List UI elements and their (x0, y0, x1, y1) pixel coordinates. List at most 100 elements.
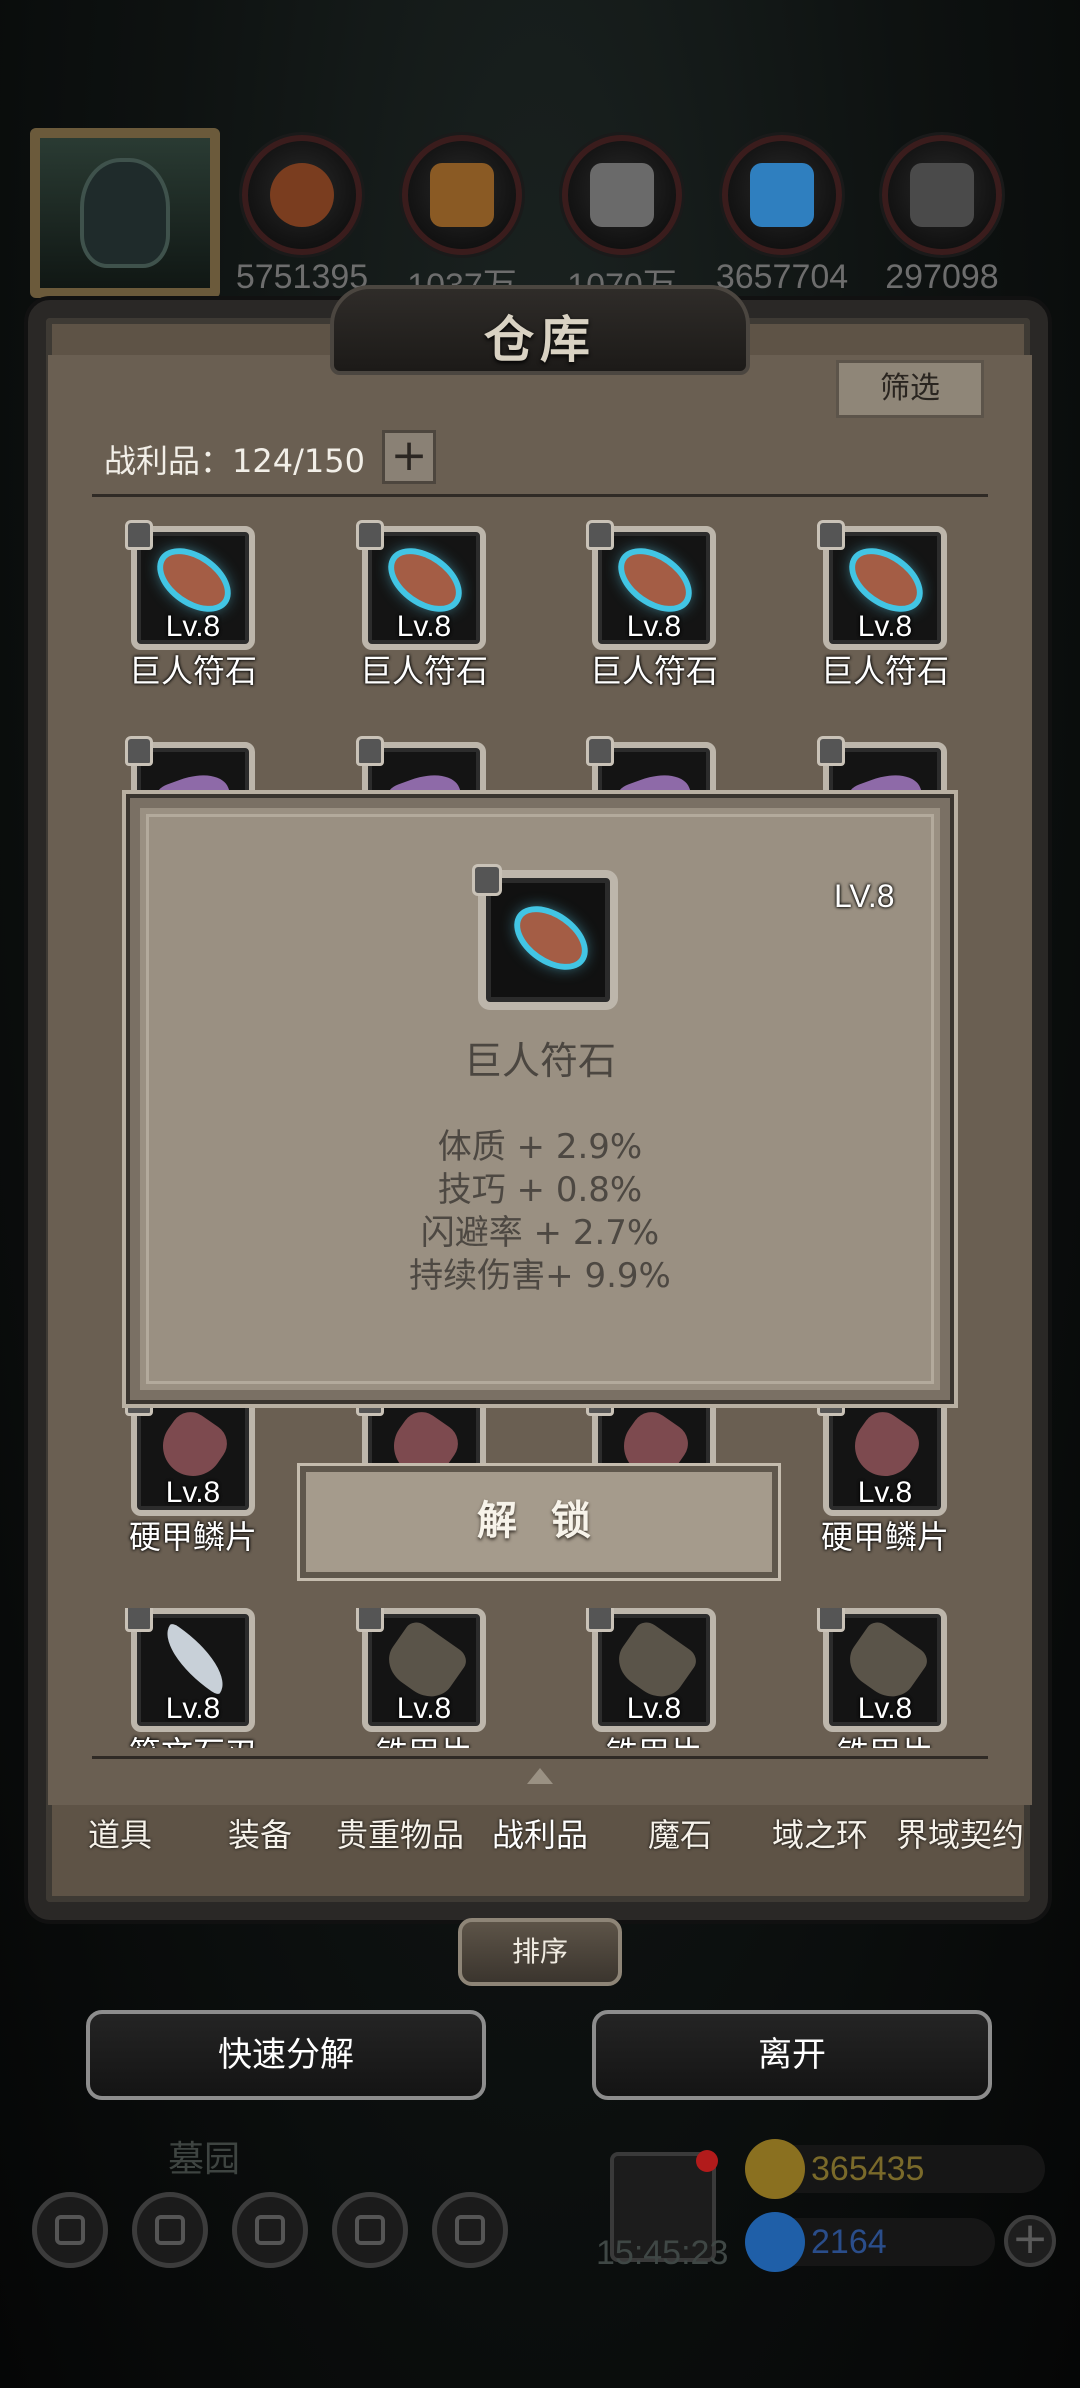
item-name: 硬甲鳞片 (820, 1518, 949, 1556)
lock-icon (586, 1608, 614, 1632)
item-frame: Lv.8 (356, 520, 486, 650)
player-avatar[interactable] (30, 128, 220, 298)
iron-resource[interactable] (562, 135, 682, 255)
item-slot[interactable]: Lv.8铁甲片 (574, 1608, 734, 1748)
category-tabs: 道具 装备 贵重物品 战利品 魔石 域之环 界域契约 (50, 1800, 1030, 1870)
item-detail-popup: LV.8 巨人符石 体质 + 2.9% 技巧 + 0.8% 闪避率 + 2.7%… (130, 798, 950, 1400)
item-frame: Lv.8 (586, 520, 716, 650)
wood-resource[interactable] (402, 135, 522, 255)
expand-capacity-button[interactable]: + (382, 430, 436, 484)
loot-capacity: 战利品：124/150 (104, 442, 365, 480)
avatar-portrait (80, 158, 170, 268)
crystal-resource[interactable] (722, 135, 842, 255)
gold-currency: 365435 (745, 2139, 1045, 2199)
tab-equipment[interactable]: 装备 (190, 1800, 330, 1870)
item-frame: Lv.8 (586, 1608, 716, 1732)
item-slot[interactable]: Lv.8 硬甲鳞片 (805, 1386, 965, 1558)
item-frame: Lv.8 (125, 520, 255, 650)
lock-icon (125, 520, 153, 550)
scene-label: 墓园 (168, 2139, 241, 2180)
dice-button[interactable] (432, 2192, 508, 2268)
stat-line: 持续伤害+ 9.9% (409, 1256, 671, 1296)
item-level: Lv.8 (165, 1692, 221, 1725)
item-slot[interactable]: Lv.8符文石刃 (113, 1608, 273, 1748)
gold-amount: 365435 (811, 2150, 925, 2188)
item-frame: Lv.8 (817, 1386, 947, 1516)
stat-line: 闪避率 + 2.7% (420, 1213, 660, 1253)
item-level: Lv.8 (626, 610, 682, 643)
tab-loot[interactable]: 战利品 (470, 1800, 610, 1870)
steel-icon (910, 163, 974, 227)
item-name: 硬甲鳞片 (128, 1518, 257, 1556)
meat-icon (270, 163, 334, 227)
item-slot[interactable]: Lv.8 硬甲鳞片 (113, 1386, 273, 1558)
item-slot[interactable]: Lv.8铁甲片 (805, 1608, 965, 1748)
ranking-button[interactable] (232, 2192, 308, 2268)
lock-icon (586, 736, 614, 766)
item-frame: Lv.8 (817, 1608, 947, 1732)
top-divider (92, 494, 988, 497)
item-level: Lv.8 (165, 610, 221, 643)
tab-magic-stones[interactable]: 魔石 (610, 1800, 750, 1870)
item-frame: Lv.8 (356, 1608, 486, 1732)
item-name: 巨人符石 (359, 652, 488, 690)
tab-domain-rings[interactable]: 域之环 (750, 1800, 890, 1870)
dice-icon (455, 2215, 485, 2245)
unlock-button[interactable]: 解 锁 (300, 1466, 778, 1578)
gear-icon (55, 2215, 85, 2245)
notification-dot (696, 2150, 718, 2172)
countdown-timer: 15:45:23 (596, 2234, 729, 2272)
tab-valuables[interactable]: 贵重物品 (330, 1800, 470, 1870)
crystal-icon (750, 163, 814, 227)
item-level: Lv.8 (396, 1692, 452, 1725)
meat-resource[interactable] (242, 135, 362, 255)
lock-icon (356, 736, 384, 766)
item-name: 巨人符石 (820, 652, 949, 690)
item-frame: Lv.8 (125, 1386, 255, 1516)
mail-button[interactable] (332, 2192, 408, 2268)
popup-item-slot (472, 864, 618, 1010)
item-level: Lv.8 (626, 1692, 682, 1725)
tab-realm-contracts[interactable]: 界域契约 (890, 1800, 1030, 1870)
rune-icon (614, 543, 696, 617)
rank-icon (255, 2215, 285, 2245)
steel-resource[interactable] (882, 135, 1002, 255)
quick-decompose-button[interactable]: 快速分解 (86, 2010, 486, 2100)
lock-icon (586, 520, 614, 550)
blade-icon (152, 1622, 238, 1696)
popup-stats: 体质 + 2.9% 技巧 + 0.8% 闪避率 + 2.7% 持续伤害+ 9.9… (140, 1126, 940, 1298)
lock-icon (817, 1608, 845, 1632)
popup-item-level: LV.8 (834, 878, 895, 914)
gem-amount: 2164 (811, 2223, 887, 2261)
tab-items[interactable]: 道具 (50, 1800, 190, 1870)
sort-button[interactable]: 排序 (458, 1918, 622, 1986)
item-frame: Lv.8 (817, 520, 947, 650)
item-slot[interactable]: Lv.8 巨人符石 (344, 520, 504, 692)
item-level: Lv.8 (857, 1476, 913, 1509)
item-slot[interactable]: Lv.8铁甲片 (344, 1608, 504, 1748)
gem-icon (745, 2212, 805, 2272)
item-level: Lv.8 (857, 610, 913, 643)
item-slot[interactable]: Lv.8 巨人符石 (805, 520, 965, 692)
iron-icon (590, 163, 654, 227)
rune-icon (153, 543, 235, 617)
gold-coin-icon (745, 2139, 805, 2199)
stat-line: 技巧 + 0.8% (437, 1170, 643, 1210)
achievement-button[interactable] (132, 2192, 208, 2268)
settings-button[interactable] (32, 2192, 108, 2268)
item-slot[interactable]: Lv.8 巨人符石 (574, 520, 734, 692)
mail-icon (355, 2215, 385, 2245)
leave-button[interactable]: 离开 (592, 2010, 992, 2100)
lock-icon (125, 1608, 153, 1632)
item-name: 巨人符石 (589, 652, 718, 690)
lock-icon (817, 736, 845, 766)
add-currency-button[interactable]: + (1004, 2215, 1056, 2267)
filter-button[interactable]: 筛选 (836, 360, 984, 418)
lock-icon (356, 1608, 384, 1632)
item-frame: Lv.8 (125, 1608, 255, 1732)
lock-icon (817, 520, 845, 550)
rune-icon (845, 543, 927, 617)
item-slot[interactable]: Lv.8 巨人符石 (113, 520, 273, 692)
star-icon (155, 2215, 185, 2245)
wood-icon (430, 163, 494, 227)
